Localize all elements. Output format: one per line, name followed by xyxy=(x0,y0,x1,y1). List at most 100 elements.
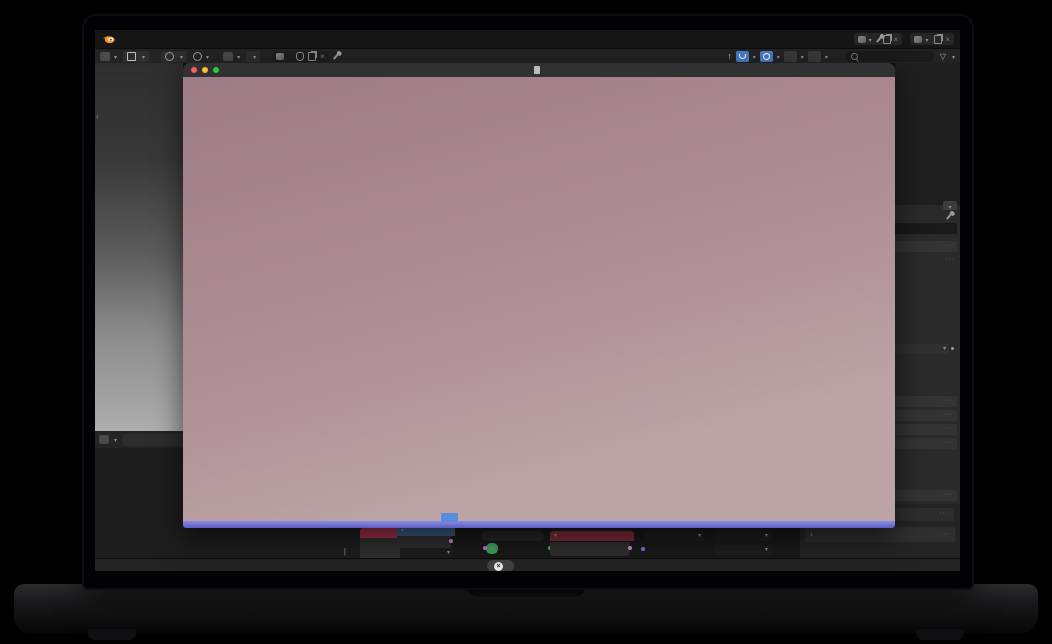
filter-icon[interactable] xyxy=(940,52,946,61)
laptop-foot-right xyxy=(916,629,964,640)
playback-progress-bar[interactable] xyxy=(183,521,895,528)
spreadsheet-editor-icon[interactable] xyxy=(99,435,109,444)
viewport-editor-icon xyxy=(100,52,110,61)
socket-in[interactable] xyxy=(483,546,487,550)
stop-icon[interactable] xyxy=(494,562,503,571)
named-attribute-node[interactable] xyxy=(550,531,634,541)
close-window-icon[interactable] xyxy=(191,67,197,73)
collapsed-panel[interactable] xyxy=(893,424,957,435)
mode-dropdown[interactable] xyxy=(123,51,149,62)
geometry-proximity-node[interactable] xyxy=(486,543,498,554)
pivot-dropdown[interactable] xyxy=(193,52,209,61)
workspace: ‹ › | xyxy=(95,63,960,558)
search-input[interactable] xyxy=(861,51,929,62)
blender-topbar xyxy=(95,30,960,48)
chevron-down-icon xyxy=(206,52,209,61)
node-group-selector[interactable] xyxy=(272,51,329,62)
pin-icon[interactable] xyxy=(333,53,339,60)
epsilon-field[interactable] xyxy=(482,531,544,541)
chevron-down-icon[interactable] xyxy=(801,52,804,61)
collapsed-panel[interactable] xyxy=(893,410,957,421)
chevron-down-icon xyxy=(925,35,928,44)
item-name-field[interactable] xyxy=(893,223,957,234)
minimize-window-icon[interactable] xyxy=(202,67,208,73)
chevron-down-icon[interactable] xyxy=(777,52,780,61)
type-select[interactable] xyxy=(714,531,772,541)
render-window[interactable] xyxy=(183,63,895,528)
current-frame-indicator[interactable] xyxy=(441,513,458,522)
collapsed-panel[interactable] xyxy=(893,490,957,501)
laptop-foot-left xyxy=(88,629,136,640)
chevron-down-icon xyxy=(114,52,117,61)
outliner-search[interactable] xyxy=(846,51,934,62)
close-icon[interactable] xyxy=(945,35,950,44)
chevron-down-icon[interactable] xyxy=(753,52,756,61)
chevron-down-icon xyxy=(253,52,256,61)
type-select[interactable] xyxy=(400,548,454,558)
chevron-down-icon[interactable] xyxy=(825,52,828,61)
chevron-down-icon xyxy=(114,435,117,444)
socket-out[interactable] xyxy=(449,539,453,543)
scene-icon xyxy=(858,36,866,43)
zoom-window-icon[interactable] xyxy=(213,67,219,73)
socket-in[interactable] xyxy=(641,547,645,551)
node-body[interactable] xyxy=(360,538,400,558)
object-mode-icon xyxy=(127,52,136,61)
laptop-screen: ‹ › | xyxy=(84,16,972,588)
overlays-icon[interactable] xyxy=(784,51,797,62)
anim-player-button[interactable] xyxy=(487,560,514,571)
panel-toggle-icon[interactable]: ‹ xyxy=(96,112,99,121)
pivot-icon xyxy=(193,52,202,61)
orientation-dropdown[interactable] xyxy=(161,51,187,62)
blender-logo-icon[interactable] xyxy=(102,34,115,44)
divider: | xyxy=(344,547,346,556)
chevron-down-icon[interactable] xyxy=(952,52,955,61)
chevron-down-icon xyxy=(180,52,183,61)
node-editor-type[interactable] xyxy=(223,52,240,61)
render-window-title xyxy=(534,66,544,74)
node-editor-icon xyxy=(223,52,233,61)
shading-icon[interactable] xyxy=(808,51,821,62)
proportional-edit-icon[interactable] xyxy=(760,51,773,62)
status-bar xyxy=(95,558,960,571)
pin-icon[interactable] xyxy=(876,36,882,43)
operation-select[interactable] xyxy=(645,531,705,541)
node-tree-type-dropdown[interactable] xyxy=(246,51,260,62)
rotation-mode-dropdown[interactable] xyxy=(893,344,949,354)
close-icon[interactable] xyxy=(894,35,899,44)
clay-3d-viewport[interactable] xyxy=(95,63,183,431)
collapsed-panel[interactable] xyxy=(893,396,957,407)
new-view-layer-icon[interactable] xyxy=(934,35,942,44)
topbar-right xyxy=(854,33,954,45)
parent-icon[interactable] xyxy=(727,51,732,61)
orientation-icon xyxy=(165,52,174,61)
close-icon[interactable] xyxy=(320,52,325,61)
chevron-down-icon xyxy=(142,52,145,61)
pin-icon[interactable] xyxy=(946,213,952,220)
snap-magnet-icon[interactable] xyxy=(736,51,749,62)
operation-select[interactable] xyxy=(714,545,772,555)
new-node-tree-icon[interactable] xyxy=(308,52,316,61)
search-icon xyxy=(851,53,858,60)
socket-out[interactable] xyxy=(628,546,632,550)
node-body[interactable] xyxy=(550,542,630,556)
chevron-down-icon xyxy=(869,35,872,44)
render-window-titlebar[interactable] xyxy=(183,63,895,77)
outliner xyxy=(895,63,960,205)
outliner-expand-button[interactable] xyxy=(943,201,957,210)
collapsed-panel[interactable] xyxy=(893,241,957,252)
expander-icon xyxy=(810,530,813,539)
fake-user-icon[interactable] xyxy=(296,52,304,61)
render-image xyxy=(183,77,895,521)
animate-dot[interactable] xyxy=(951,347,954,350)
viewport-editor-type[interactable] xyxy=(100,52,117,61)
view-layer-selector[interactable] xyxy=(910,33,954,45)
scene-selector[interactable] xyxy=(854,33,903,45)
collapsed-panel[interactable] xyxy=(893,438,957,449)
custom-properties-panel[interactable] xyxy=(805,527,955,542)
named-attribute-node[interactable] xyxy=(360,528,400,538)
panel-options-icon[interactable]: ··· xyxy=(945,256,955,263)
traffic-lights xyxy=(191,67,219,73)
right-panel: ··· xyxy=(895,63,960,504)
scene-root: ‹ › | xyxy=(0,0,1052,644)
